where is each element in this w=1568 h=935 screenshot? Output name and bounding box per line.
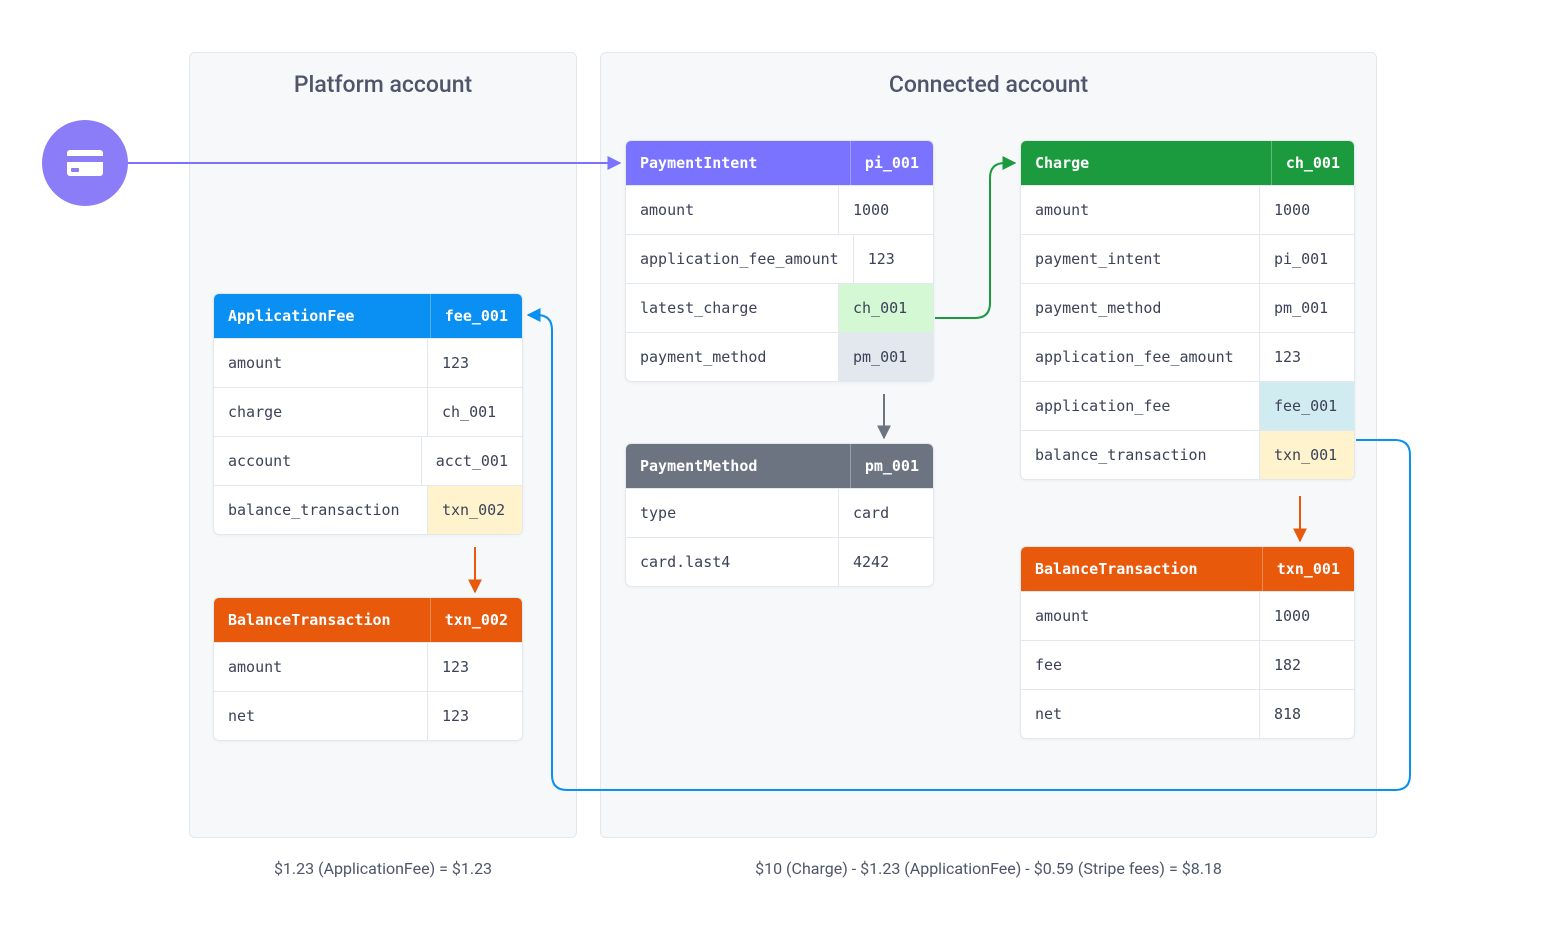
- table-row: balance_transactiontxn_001: [1021, 430, 1354, 479]
- row-value: txn_001: [1259, 431, 1354, 479]
- row-value: txn_002: [427, 486, 522, 534]
- row-value: fee_001: [1259, 382, 1354, 430]
- application-fee-rows: amount123chargech_001accountacct_001bala…: [214, 338, 522, 534]
- row-key: amount: [1021, 592, 1259, 640]
- row-value: pi_001: [1259, 235, 1354, 283]
- platform-balance-transaction-table: BalanceTransaction txn_002 amount123net1…: [213, 597, 523, 741]
- row-key: net: [1021, 690, 1259, 738]
- row-key: latest_charge: [626, 284, 838, 332]
- table-row: payment_methodpm_001: [626, 332, 933, 381]
- table-row: application_feefee_001: [1021, 381, 1354, 430]
- credit-card-icon: [65, 148, 105, 178]
- row-value: pm_001: [838, 333, 933, 381]
- table-row: balance_transactiontxn_002: [214, 485, 522, 534]
- connected-bt-id: txn_001: [1262, 547, 1354, 591]
- row-value: acct_001: [421, 437, 522, 485]
- row-value: 1000: [1259, 592, 1354, 640]
- row-key: application_fee_amount: [626, 235, 853, 283]
- application-fee-name: ApplicationFee: [214, 294, 430, 338]
- charge-rows: amount1000payment_intentpi_001payment_me…: [1021, 185, 1354, 479]
- payment-method-id: pm_001: [850, 444, 933, 488]
- platform-bt-name: BalanceTransaction: [214, 598, 430, 642]
- row-key: payment_intent: [1021, 235, 1259, 283]
- platform-title: Platform account: [190, 53, 576, 98]
- row-value: ch_001: [838, 284, 933, 332]
- row-key: card.last4: [626, 538, 838, 586]
- row-value: 123: [427, 643, 522, 691]
- application-fee-table: ApplicationFee fee_001 amount123chargech…: [213, 293, 523, 535]
- table-row: amount1000: [1021, 591, 1354, 640]
- row-value: 818: [1259, 690, 1354, 738]
- table-row: card.last44242: [626, 537, 933, 586]
- connected-footer: $10 (Charge) - $1.23 (ApplicationFee) - …: [600, 859, 1377, 878]
- row-key: balance_transaction: [1021, 431, 1259, 479]
- card-icon: [42, 120, 128, 206]
- row-key: payment_method: [1021, 284, 1259, 332]
- table-row: net818: [1021, 689, 1354, 738]
- payment-intent-table: PaymentIntent pi_001 amount1000applicati…: [625, 140, 934, 382]
- row-value: 123: [853, 235, 934, 283]
- row-key: balance_transaction: [214, 486, 427, 534]
- table-row: amount123: [214, 338, 522, 387]
- row-value: card: [838, 489, 933, 537]
- row-key: amount: [1021, 186, 1259, 234]
- table-row: amount123: [214, 642, 522, 691]
- row-key: payment_method: [626, 333, 838, 381]
- row-value: pm_001: [1259, 284, 1354, 332]
- platform-bt-id: txn_002: [430, 598, 522, 642]
- payment-intent-rows: amount1000application_fee_amount123lates…: [626, 185, 933, 381]
- payment-intent-id: pi_001: [850, 141, 933, 185]
- connected-bt-name: BalanceTransaction: [1021, 547, 1262, 591]
- row-key: net: [214, 692, 427, 740]
- table-row: fee182: [1021, 640, 1354, 689]
- row-key: amount: [214, 643, 427, 691]
- table-row: payment_methodpm_001: [1021, 283, 1354, 332]
- application-fee-id: fee_001: [430, 294, 522, 338]
- platform-footer: $1.23 (ApplicationFee) = $1.23: [189, 859, 577, 878]
- row-key: application_fee_amount: [1021, 333, 1259, 381]
- payment-intent-name: PaymentIntent: [626, 141, 850, 185]
- row-value: 1000: [838, 186, 933, 234]
- table-row: amount1000: [626, 185, 933, 234]
- row-key: fee: [1021, 641, 1259, 689]
- table-row: latest_chargech_001: [626, 283, 933, 332]
- connected-bt-rows: amount1000fee182net818: [1021, 591, 1354, 738]
- platform-bt-rows: amount123net123: [214, 642, 522, 740]
- row-key: application_fee: [1021, 382, 1259, 430]
- charge-id: ch_001: [1271, 141, 1354, 185]
- payment-method-rows: typecardcard.last44242: [626, 488, 933, 586]
- row-key: amount: [626, 186, 838, 234]
- row-value: 123: [427, 692, 522, 740]
- table-row: net123: [214, 691, 522, 740]
- connected-balance-transaction-table: BalanceTransaction txn_001 amount1000fee…: [1020, 546, 1355, 739]
- charge-name: Charge: [1021, 141, 1271, 185]
- row-value: ch_001: [427, 388, 522, 436]
- row-value: 4242: [838, 538, 933, 586]
- payment-method-table: PaymentMethod pm_001 typecardcard.last44…: [625, 443, 934, 587]
- row-key: amount: [214, 339, 427, 387]
- table-row: application_fee_amount123: [626, 234, 933, 283]
- table-row: typecard: [626, 488, 933, 537]
- connected-title: Connected account: [601, 53, 1376, 98]
- charge-table: Charge ch_001 amount1000payment_intentpi…: [1020, 140, 1355, 480]
- row-key: account: [214, 437, 421, 485]
- row-key: type: [626, 489, 838, 537]
- table-row: amount1000: [1021, 185, 1354, 234]
- row-value: 1000: [1259, 186, 1354, 234]
- row-value: 182: [1259, 641, 1354, 689]
- row-key: charge: [214, 388, 427, 436]
- row-value: 123: [427, 339, 522, 387]
- table-row: chargech_001: [214, 387, 522, 436]
- payment-method-name: PaymentMethod: [626, 444, 850, 488]
- table-row: accountacct_001: [214, 436, 522, 485]
- table-row: payment_intentpi_001: [1021, 234, 1354, 283]
- table-row: application_fee_amount123: [1021, 332, 1354, 381]
- row-value: 123: [1259, 333, 1354, 381]
